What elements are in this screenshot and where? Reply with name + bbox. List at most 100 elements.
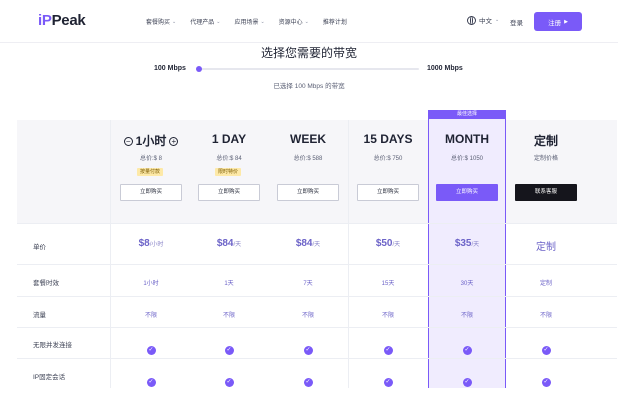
duration-value: 1天 (224, 281, 234, 287)
bandwidth-selected-text: 已选择 100 Mbps 的带宽 (273, 83, 345, 90)
row-divider (17, 296, 617, 297)
chevron-down-icon: ⌄ (260, 18, 265, 25)
plan-badge: 限时特价 (215, 168, 242, 176)
contact-support-button[interactable]: 联系客服 (515, 184, 577, 201)
plan-badge: 按量付款 (137, 168, 164, 176)
login-link[interactable]: 登录 (510, 17, 523, 27)
check-icon: ✓ (462, 346, 472, 355)
chevron-down-icon: ⌄ (304, 18, 309, 25)
nav-item-label: 推荐计划 (322, 20, 347, 26)
plan-total-price: 定制价格 (533, 156, 558, 162)
row-label-fixed-ip-session: IP固定会话 (33, 374, 66, 381)
nav-item-resources[interactable]: 资源中心 ⌄ (278, 17, 309, 27)
nav-item-proxy-products[interactable]: 代理产品 ⌄ (190, 17, 220, 27)
duration-value: 1小时 (143, 281, 159, 287)
check-icon: ✓ (462, 378, 472, 387)
nav-item-use-cases[interactable]: 应用场景 ⌄ (234, 17, 265, 27)
check-icon: ✓ (224, 378, 234, 387)
chevron-down-icon: ⌄ (172, 18, 177, 25)
buy-now-button[interactable]: 立即购买 (277, 184, 339, 201)
price-value: $50/天 (375, 238, 401, 249)
bandwidth-slider-track[interactable] (199, 68, 419, 70)
row-label-duration: 套餐时效 (33, 280, 59, 287)
plan-name: 1 DAY (211, 132, 247, 146)
bandwidth-min-label: 100 Mbps (154, 65, 186, 72)
logo[interactable]: iPPeak (38, 12, 86, 29)
best-choice-tag: 最佳选择 (428, 110, 506, 119)
price-value: $84/天 (216, 238, 242, 249)
buy-now-button[interactable]: 立即购买 (436, 184, 498, 201)
price-value: 定制 (536, 242, 556, 253)
language-selector[interactable]: 中文 ⌄ (467, 15, 499, 25)
check-icon: ✓ (146, 378, 156, 387)
check-cell: ✓ (428, 370, 506, 388)
plan-name: −1小时 + (112, 132, 190, 149)
register-label: 注册 (548, 19, 562, 27)
check-icon: ✓ (541, 378, 551, 387)
bandwidth-title: 选择您需要的带宽 (260, 46, 357, 60)
traffic-value: 不限 (144, 313, 157, 319)
check-icon: ✓ (303, 378, 313, 387)
top-navbar: iPPeak 套餐购买 ⌄ 代理产品 ⌄ 应用场景 ⌄ 资源中心 ⌄ 推荐计划 中文 ⌄… (0, 0, 618, 43)
row-label-unlimited-connections: 无限并发连接 (33, 342, 72, 349)
row-label-price: 单价 (33, 244, 46, 251)
plan-card-day: 1 DAY 总价:$ 84 限时特价 立即购买 (190, 120, 268, 223)
plan-card-15-days: 15 DAYS 总价:$ 750 立即购买 (349, 120, 427, 223)
caret-right-icon: ▶ (564, 18, 568, 25)
duration-value: 15天 (381, 281, 395, 287)
duration-value: 30天 (460, 281, 474, 287)
price-value: $84/天 (295, 238, 321, 249)
nav-item-packages[interactable]: 套餐购买 ⌄ (146, 17, 177, 27)
plan-card-custom: 定制 定制价格 联系客服 (507, 120, 585, 223)
check-icon: ✓ (541, 346, 551, 355)
plan-total-price: 总价:$ 750 (373, 156, 403, 162)
plan-card-month: MONTH 总价:$ 1050 立即购买 (428, 120, 506, 223)
plan-total-price: 总价:$ 588 (293, 156, 323, 162)
row-divider (17, 264, 617, 265)
row-divider (17, 358, 617, 359)
check-cell: ✓ (507, 370, 585, 388)
buy-now-button[interactable]: 立即购买 (357, 184, 419, 201)
check-cell: ✓ (349, 338, 427, 356)
plan-name-text: 1小时 (135, 134, 167, 148)
check-icon: ✓ (383, 346, 393, 355)
check-cell: ✓ (190, 338, 268, 356)
globe-icon (467, 15, 476, 25)
buy-now-button[interactable]: 立即购买 (120, 184, 182, 201)
column-divider (110, 120, 111, 388)
nav-item-label: 代理产品 (190, 20, 215, 26)
language-label: 中文 (479, 18, 492, 25)
bandwidth-slider-thumb[interactable] (196, 66, 202, 72)
check-cell: ✓ (349, 370, 427, 388)
check-cell: ✓ (112, 338, 190, 356)
traffic-value: 不限 (539, 313, 552, 319)
nav-item-referral[interactable]: 推荐计划 (323, 17, 347, 26)
traffic-value: 不限 (222, 313, 235, 319)
register-button[interactable]: 注册 ▶ (534, 12, 582, 31)
check-cell: ✓ (269, 338, 347, 356)
check-cell: ✓ (507, 338, 585, 356)
check-icon: ✓ (146, 346, 156, 355)
buy-now-button[interactable]: 立即购买 (198, 184, 260, 201)
minus-icon[interactable]: − (123, 137, 133, 147)
plan-total-price: 总价:$ 84 (216, 156, 242, 162)
plan-card-hourly: −1小时 + 总价:$ 8 按量付款 立即购买 (112, 120, 190, 223)
plan-name: 定制 (533, 134, 558, 148)
bandwidth-max-label: 1000 Mbps (427, 65, 463, 72)
traffic-value: 不限 (381, 313, 394, 319)
check-cell: ✓ (269, 370, 347, 388)
price-value: $8/小时 (138, 238, 164, 249)
duration-value: 定制 (539, 281, 552, 287)
plan-total-price: 总价:$ 8 (139, 156, 162, 162)
check-cell: ✓ (190, 370, 268, 388)
plan-name: MONTH (445, 132, 489, 146)
row-divider (17, 327, 617, 328)
nav-item-label: 资源中心 (278, 20, 303, 26)
row-label-traffic: 流量 (33, 312, 46, 319)
row-divider (17, 223, 617, 224)
plan-total-price: 总价:$ 1050 (450, 156, 484, 162)
traffic-value: 不限 (301, 313, 314, 319)
nav-item-label: 应用场景 (234, 20, 259, 26)
duration-value: 7天 (303, 281, 313, 287)
plus-icon[interactable]: + (169, 137, 179, 147)
